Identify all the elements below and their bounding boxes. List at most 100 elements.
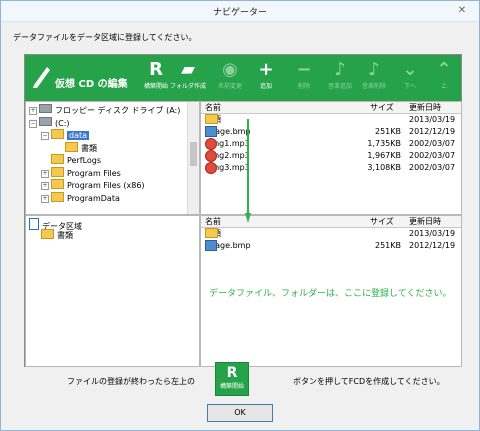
data-area-list-pane[interactable]: 名前 サイズ 更新日時 書類 2013/03/19 Image.bmp 251KB 20… (200, 215, 462, 367)
file-name-cell: 書類 (205, 114, 221, 125)
tree-item[interactable]: PerfLogs (41, 154, 101, 166)
tree-item[interactable]: + フロッピー ディスク ドライブ (A:) (29, 104, 180, 116)
music-add-icon: ♪ (334, 59, 346, 80)
drive-icon (39, 116, 52, 126)
toolbar: 仮想 CD の編集 R 構築開始 ▰ フォルダ作成 ◉ 名前変更 + 追加 − 削除 ♪ 音楽追加 ♪ 音… (25, 55, 461, 101)
tree-item-label: Program Files (67, 168, 121, 178)
footer-text-after: ボタンを押してFCDを作成してください。 (293, 377, 445, 386)
file-date-cell: 2012/12/19 (409, 241, 456, 250)
file-size-cell: 1,735KB (367, 139, 401, 148)
file-list-header: 名前 サイズ 更新日時 (201, 102, 461, 114)
ok-button[interactable]: OK (207, 404, 273, 422)
file-date-cell: 2002/03/07 (409, 151, 456, 160)
data-col-date-header[interactable]: 更新日時 (409, 216, 441, 227)
tree-item-label: (C:) (55, 118, 70, 128)
toolbar-button-plus[interactable]: + 追加 (251, 59, 281, 97)
data-col-size-header[interactable]: サイズ (370, 216, 394, 227)
file-row[interactable]: 書類 2013/03/19 (201, 114, 461, 125)
up-icon: ⌃ (436, 59, 452, 80)
tree-item-label: フロッピー ディスク ドライブ (A:) (55, 106, 181, 115)
tree-item[interactable]: + Program Files (41, 166, 121, 179)
folder-icon (51, 154, 64, 164)
footer-text-before: ファイルの登録が終わったら左上の (67, 377, 195, 386)
file-size-cell: 251KB (374, 241, 401, 250)
tree-item[interactable]: − (C:) (29, 116, 70, 129)
file-size-cell: 1,967KB (367, 151, 401, 160)
file-name-cell: song3.mp3 (205, 162, 250, 174)
toolbar-button-disc[interactable]: ◉ 名前変更 (215, 59, 245, 97)
expand-icon[interactable]: + (29, 107, 37, 115)
file-row[interactable]: Image.bmp 251KB 2012/12/19 (201, 240, 461, 251)
toolbar-button-music-add[interactable]: ♪ 音楽追加 (325, 59, 355, 97)
data-col-name-header[interactable]: 名前 (205, 216, 221, 227)
folder-icon (65, 141, 78, 152)
folder-icon (205, 114, 218, 124)
tree-item-label: 書類 (81, 143, 97, 153)
drive-icon (39, 104, 52, 113)
toolbar-button-folder[interactable]: ▰ フォルダ作成 (170, 59, 206, 97)
file-row[interactable]: song2.mp3 1,967KB 2002/03/07 (201, 150, 461, 162)
data-area-child-label: 書類 (57, 231, 73, 240)
toolbar-button-down[interactable]: ⌄ 下へ (395, 59, 425, 97)
folder-icon (51, 179, 64, 189)
file-date-cell: 2002/03/07 (409, 139, 456, 148)
audio-file-icon (205, 150, 217, 162)
tree-item[interactable]: + Program Files (x86) (41, 179, 145, 191)
tree-item[interactable]: 書類 (55, 141, 97, 154)
toolbar-button-build[interactable]: R 構築開始 (141, 59, 171, 97)
tree-item[interactable]: − data (41, 129, 90, 141)
image-file-icon (205, 240, 217, 251)
tree-item[interactable]: + ProgramData (41, 191, 120, 204)
build-icon: R (149, 59, 163, 80)
plus-icon: + (258, 59, 274, 80)
folder-icon (51, 129, 64, 139)
minus-icon: − (296, 59, 312, 80)
collapse-icon[interactable]: − (41, 132, 49, 140)
data-area-child[interactable]: 書類 (41, 229, 73, 241)
col-size-header[interactable]: サイズ (370, 102, 394, 113)
file-name-cell: Image.bmp (205, 126, 251, 137)
file-row[interactable]: song3.mp3 3,108KB 2002/03/07 (201, 162, 461, 174)
file-date-cell: 2002/03/07 (409, 163, 456, 172)
data-area-tree-pane[interactable]: データ区域 書類 (25, 215, 200, 367)
tree-item-label: Program Files (x86) (67, 181, 145, 190)
expand-icon[interactable]: + (41, 169, 49, 178)
file-name-cell: Image.bmp (205, 240, 251, 251)
file-date-cell: 2012/12/19 (409, 127, 456, 136)
editor-frame: 仮想 CD の編集 R 構築開始 ▰ フォルダ作成 ◉ 名前変更 + 追加 − 削除 ♪ 音楽追加 ♪ 音… (24, 54, 462, 367)
down-icon: ⌄ (402, 59, 418, 80)
file-row[interactable]: song1.mp3 1,735KB 2002/03/07 (201, 138, 461, 150)
drag-arrow-icon (245, 119, 251, 223)
close-button[interactable]: ✕ (451, 4, 473, 18)
image-file-icon (205, 126, 217, 137)
tree-scroll-thumb[interactable] (190, 142, 197, 166)
toolbar-button-up[interactable]: ⌃ 上 (429, 59, 459, 97)
folder-icon: ▰ (181, 59, 195, 80)
file-date-cell: 2013/03/19 (409, 229, 456, 238)
file-date-cell: 2013/03/19 (409, 115, 456, 124)
file-row[interactable]: 書類 2013/03/19 (201, 228, 461, 239)
title-bar: ナビゲーター ✕ (1, 1, 479, 22)
pencil-icon (33, 67, 50, 88)
data-area-icon (29, 218, 39, 230)
disc-icon: ◉ (222, 59, 238, 80)
file-list-pane[interactable]: 名前 サイズ 更新日時 書類 2013/03/19 Image.bmp 251KB 20… (200, 101, 462, 215)
collapse-icon[interactable]: − (29, 119, 37, 128)
toolbar-button-music-remove[interactable]: ♪ 音楽削除 (359, 59, 389, 97)
folder-tree-pane[interactable]: + フロッピー ディスク ドライブ (A:) − (C:) − data 書類 PerfLog… (25, 101, 200, 215)
col-name-header[interactable]: 名前 (205, 102, 221, 113)
expand-icon[interactable]: + (41, 194, 49, 203)
toolbar-button-minus[interactable]: − 削除 (289, 59, 319, 97)
navigator-window: ナビゲーター ✕ データファイルをデータ区域に登録してください。 仮想 CD の… (0, 0, 480, 431)
tree-item-label: PerfLogs (67, 156, 102, 165)
expand-icon[interactable]: + (41, 182, 49, 190)
tree-scrollbar[interactable] (187, 102, 199, 214)
file-row[interactable]: Image.bmp 251KB 2012/12/19 (201, 126, 461, 137)
col-date-header[interactable]: 更新日時 (409, 102, 441, 113)
music-remove-icon: ♪ (368, 59, 380, 80)
toolbar-button-label: 上 (440, 83, 447, 90)
intro-text: データファイルをデータ区域に登録してください。 (13, 33, 197, 42)
file-name-cell: 書類 (205, 228, 221, 239)
folder-icon (41, 229, 54, 239)
tree-item-label: data (67, 131, 90, 140)
